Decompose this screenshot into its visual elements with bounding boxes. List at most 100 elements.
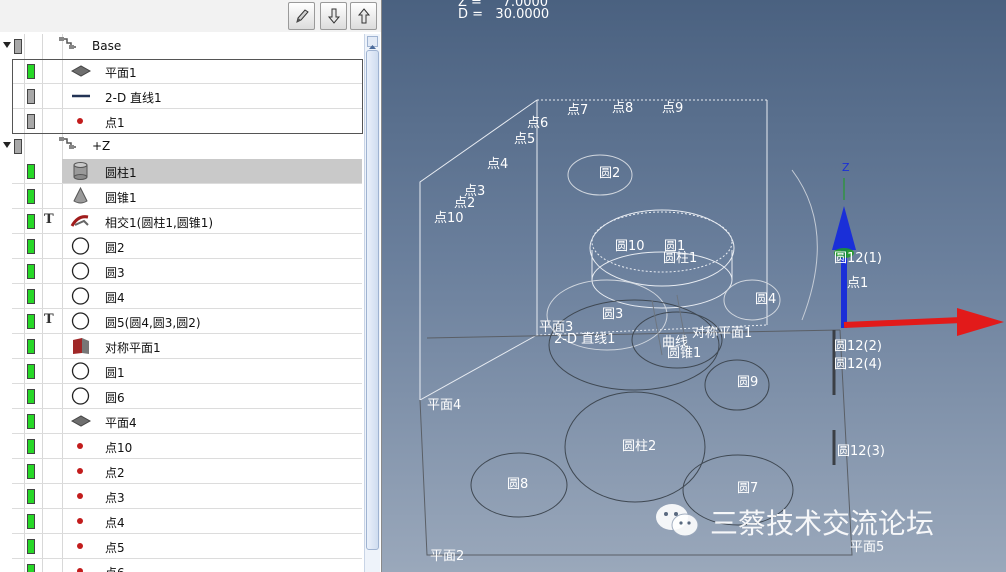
tree-item-label: 点6 (105, 564, 125, 572)
tree-item[interactable]: 圆4 (0, 284, 364, 309)
d-readout: D = 30.0000 (458, 7, 550, 22)
visibility-toggle[interactable] (27, 214, 35, 229)
group-icon (57, 136, 79, 156)
transform-marker: T (44, 212, 54, 227)
entity-label[interactable]: 点5 (514, 132, 535, 147)
entity-label[interactable]: 圆锥1 (667, 346, 701, 361)
visibility-toggle[interactable] (27, 314, 35, 329)
visibility-toggle[interactable] (27, 239, 35, 254)
tree-item-label: 平面4 (105, 416, 137, 430)
point-icon (70, 536, 92, 556)
tree-item[interactable]: 圆3 (0, 259, 364, 284)
cylinder-icon (70, 161, 92, 181)
entity-label[interactable]: 圆12(1) (834, 251, 882, 266)
entity-label[interactable]: 点10 (434, 211, 464, 226)
entity-label[interactable]: 平面5 (850, 540, 884, 555)
tree-item[interactable]: 平面4 (0, 409, 364, 434)
entity-label[interactable]: 圆柱2 (622, 439, 656, 454)
tree-item[interactable]: 点3 (0, 484, 364, 509)
visibility-toggle[interactable] (27, 414, 35, 429)
circle-icon (70, 236, 92, 256)
edit-button[interactable] (288, 2, 315, 30)
entity-label[interactable]: 圆7 (737, 481, 758, 496)
point-icon (70, 561, 92, 572)
entity-label[interactable]: 圆12(3) (837, 444, 885, 459)
visibility-toggle[interactable] (14, 39, 22, 54)
visibility-toggle[interactable] (27, 514, 35, 529)
entity-label[interactable]: 点9 (662, 101, 683, 116)
visibility-toggle[interactable] (27, 439, 35, 454)
tree-scrollbar[interactable] (364, 34, 380, 572)
tree-group[interactable]: Base (0, 34, 364, 59)
entity-label[interactable]: 点8 (612, 101, 633, 116)
visibility-toggle[interactable] (27, 189, 35, 204)
tree-item[interactable]: 点6 (0, 559, 364, 572)
point-icon (70, 486, 92, 506)
visibility-toggle[interactable] (27, 264, 35, 279)
entity-label[interactable]: 圆8 (507, 477, 528, 492)
entity-label[interactable]: 圆4 (755, 292, 776, 307)
tree-item[interactable]: 点2 (0, 459, 364, 484)
move-up-button[interactable] (350, 2, 377, 30)
scroll-thumb[interactable] (366, 50, 379, 550)
tree-item-label: 圆4 (105, 291, 125, 305)
tree-item[interactable]: 圆锥1 (0, 184, 364, 209)
tree-group-label: Base (92, 39, 122, 53)
entity-label[interactable]: 平面2 (430, 549, 464, 564)
tree-item[interactable]: T 相交1(圆柱1,圆锥1) (0, 209, 364, 234)
entity-label[interactable]: 点7 (567, 103, 588, 118)
tree-item[interactable]: 圆柱1 (0, 159, 364, 184)
visibility-toggle[interactable] (27, 364, 35, 379)
3d-viewport[interactable]: 点7 点8 点9 点6 点5 点4 点3 点2 点10 圆2 圆10 圆1 圆柱1 圆12(1) 点1 圆4 圆… (382, 0, 1006, 572)
entity-label[interactable]: 点2 (454, 196, 475, 211)
visibility-toggle[interactable] (14, 139, 22, 154)
visibility-toggle[interactable] (27, 489, 35, 504)
visibility-toggle[interactable] (27, 389, 35, 404)
axis-x-arrow (957, 308, 1004, 336)
expand-toggle[interactable] (3, 42, 11, 48)
entity-label[interactable]: 点6 (527, 116, 548, 131)
visibility-toggle[interactable] (27, 339, 35, 354)
entity-label[interactable]: 圆12(2) (834, 339, 882, 354)
visibility-toggle[interactable] (27, 539, 35, 554)
tree-item[interactable]: 点10 (0, 434, 364, 459)
entity-label[interactable]: 点4 (487, 157, 508, 172)
tree-item-label: 点10 (105, 441, 133, 455)
arrow-down-icon (327, 8, 341, 24)
visibility-toggle[interactable] (27, 564, 35, 572)
entity-label[interactable]: 2-D 直线1 (554, 332, 615, 347)
tree-item[interactable]: 点4 (0, 509, 364, 534)
point-icon (70, 436, 92, 456)
entity-label[interactable]: 圆9 (737, 375, 758, 390)
tree-group[interactable]: +Z (0, 134, 364, 159)
tree-item[interactable]: 圆1 (0, 359, 364, 384)
tree-item[interactable]: 圆6 (0, 384, 364, 409)
tree-item[interactable]: T 圆5(圆4,圆3,圆2) (0, 309, 364, 334)
tree-group-label: +Z (92, 139, 111, 153)
visibility-toggle[interactable] (27, 164, 35, 179)
cone-icon (70, 186, 92, 206)
move-down-button[interactable] (320, 2, 347, 30)
tree-item[interactable]: 圆2 (0, 234, 364, 259)
plane-icon (70, 411, 92, 431)
group-icon (57, 36, 79, 56)
wechat-icon (656, 504, 699, 537)
symmetry-plane-icon (70, 336, 92, 356)
entity-label[interactable]: 圆12(4) (834, 357, 882, 372)
visibility-toggle[interactable] (27, 289, 35, 304)
feature-tree-panel: Base 平面1 2-D 直线1 点1 +Z 圆柱1 圆锥1 T 相交1(圆柱1,圆锥1) 圆2 圆… (0, 0, 382, 572)
entity-label[interactable]: 圆2 (599, 166, 620, 181)
feature-tree: Base 平面1 2-D 直线1 点1 +Z 圆柱1 圆锥1 T 相交1(圆柱1,圆锥1) 圆2 圆… (0, 34, 364, 572)
entity-label[interactable]: 圆柱1 (663, 251, 697, 266)
scroll-up-arrow[interactable] (367, 36, 378, 49)
tree-item[interactable]: 对称平面1 (0, 334, 364, 359)
expand-toggle[interactable] (3, 142, 11, 148)
tree-item[interactable]: 点5 (0, 534, 364, 559)
entity-label[interactable]: 对称平面1 (692, 326, 752, 341)
entity-label[interactable]: 圆10 (615, 239, 645, 254)
tree-item-label: 圆5(圆4,圆3,圆2) (105, 316, 201, 330)
entity-label[interactable]: 平面4 (427, 398, 461, 413)
visibility-toggle[interactable] (27, 464, 35, 479)
entity-label[interactable]: 点1 (847, 276, 868, 291)
entity-label[interactable]: 圆3 (602, 307, 623, 322)
